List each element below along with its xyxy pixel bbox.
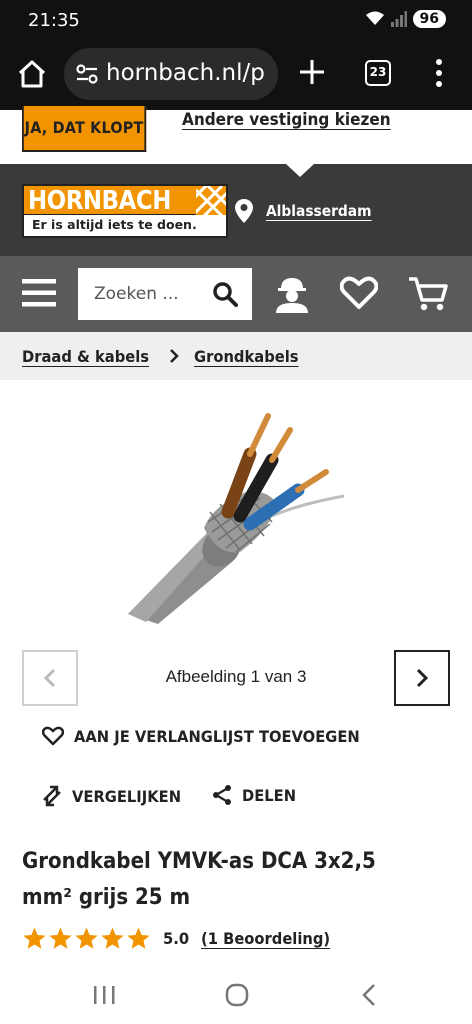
store-confirm-strip: JA, DAT KLOPT Andere vestiging kiezen <box>0 106 472 164</box>
worker-account-icon[interactable] <box>272 274 312 314</box>
rating-value: 5.0 <box>163 929 190 948</box>
add-to-wishlist-label[interactable]: AAN JE VERLANGLIJST TOEVOEGEN <box>74 727 360 746</box>
android-navigation-bar <box>0 966 472 1024</box>
hamburger-menu-icon[interactable] <box>22 278 56 308</box>
breadcrumb-item-draad-kabels[interactable]: Draad & kabels <box>22 347 149 366</box>
product-image[interactable] <box>100 400 360 630</box>
share-label[interactable]: DELEN <box>242 786 296 805</box>
hornbach-logo[interactable]: HORNBACH Er is altijd iets te doen. <box>22 184 228 238</box>
status-icons: 96 <box>365 10 446 28</box>
breadcrumb-item-grondkabels[interactable]: Grondkabels <box>194 347 299 366</box>
browser-toolbar: hornbach.nl/p 23 <box>0 44 472 110</box>
status-bar: 21:35 96 <box>0 0 472 44</box>
rating-stars <box>22 926 151 951</box>
share-icon <box>213 785 231 805</box>
logo-stripes-icon <box>196 186 226 216</box>
plus-icon[interactable] <box>298 58 326 86</box>
add-to-wishlist-button[interactable]: AAN JE VERLANGLIJST TOEVOEGEN <box>42 726 385 746</box>
compare-label[interactable]: VERGELIJKEN <box>72 787 181 806</box>
location-name[interactable]: Alblasserdam <box>266 202 371 220</box>
compare-arrows-icon <box>43 785 61 807</box>
compare-button[interactable]: VERGELIJKEN <box>42 784 191 808</box>
chevron-left-icon <box>43 668 56 688</box>
back-icon[interactable] <box>360 983 378 1007</box>
url-text[interactable]: hornbach.nl/p <box>106 60 265 86</box>
recent-apps-icon[interactable] <box>92 984 116 1006</box>
share-button[interactable]: DELEN <box>212 784 301 806</box>
gallery-prev-button[interactable] <box>22 650 78 706</box>
chevron-right-icon <box>416 668 429 688</box>
search-input[interactable] <box>78 268 208 320</box>
home-icon[interactable] <box>16 58 48 90</box>
gallery-counter: Afbeelding 1 van 3 <box>165 667 307 686</box>
tune-icon[interactable] <box>76 64 98 84</box>
url-bar[interactable]: hornbach.nl/p <box>64 48 278 100</box>
chevron-right-icon <box>170 349 179 363</box>
logo-word: HORNBACH <box>28 186 171 216</box>
tabs-button[interactable]: 23 <box>365 60 391 86</box>
kebab-menu-icon[interactable] <box>432 58 446 88</box>
choose-other-store-link[interactable]: Andere vestiging kiezen <box>182 110 391 130</box>
header-notch <box>286 164 314 177</box>
store-location[interactable]: Alblasserdam <box>234 198 381 224</box>
site-header: HORNBACH Er is altijd iets te doen. Albl… <box>0 164 472 256</box>
logo-slogan: Er is altijd iets te doen. <box>22 215 228 238</box>
logo-wordmark-bar: HORNBACH <box>22 184 228 216</box>
confirm-store-button[interactable]: JA, DAT KLOPT <box>22 106 147 152</box>
battery-badge: 96 <box>412 10 446 28</box>
product-title: Grondkabel YMVK-as DCA 3x2,5 mm² grijs 2… <box>22 849 376 910</box>
reviews-link[interactable]: (1 Beoordeling) <box>201 929 330 948</box>
star-icon <box>75 927 98 949</box>
signal-icon <box>390 11 407 27</box>
product-rating: 5.0 (1 Beoordeling) <box>22 926 342 951</box>
star-icon <box>23 927 46 949</box>
search-box <box>78 268 252 320</box>
gallery-next-button[interactable] <box>394 650 450 706</box>
wifi-icon <box>365 11 384 25</box>
location-pin-icon <box>235 199 253 223</box>
heart-icon <box>42 726 64 746</box>
main-nav-bar <box>0 256 472 332</box>
search-icon[interactable] <box>212 281 238 307</box>
cart-icon[interactable] <box>408 276 448 312</box>
heart-icon[interactable] <box>340 276 378 310</box>
android-home-icon[interactable] <box>225 983 249 1007</box>
star-icon <box>101 927 124 949</box>
status-time: 21:35 <box>28 10 80 31</box>
breadcrumb: Draad & kabels Grondkabels <box>0 332 472 380</box>
star-icon <box>49 927 72 949</box>
star-icon <box>127 927 150 949</box>
